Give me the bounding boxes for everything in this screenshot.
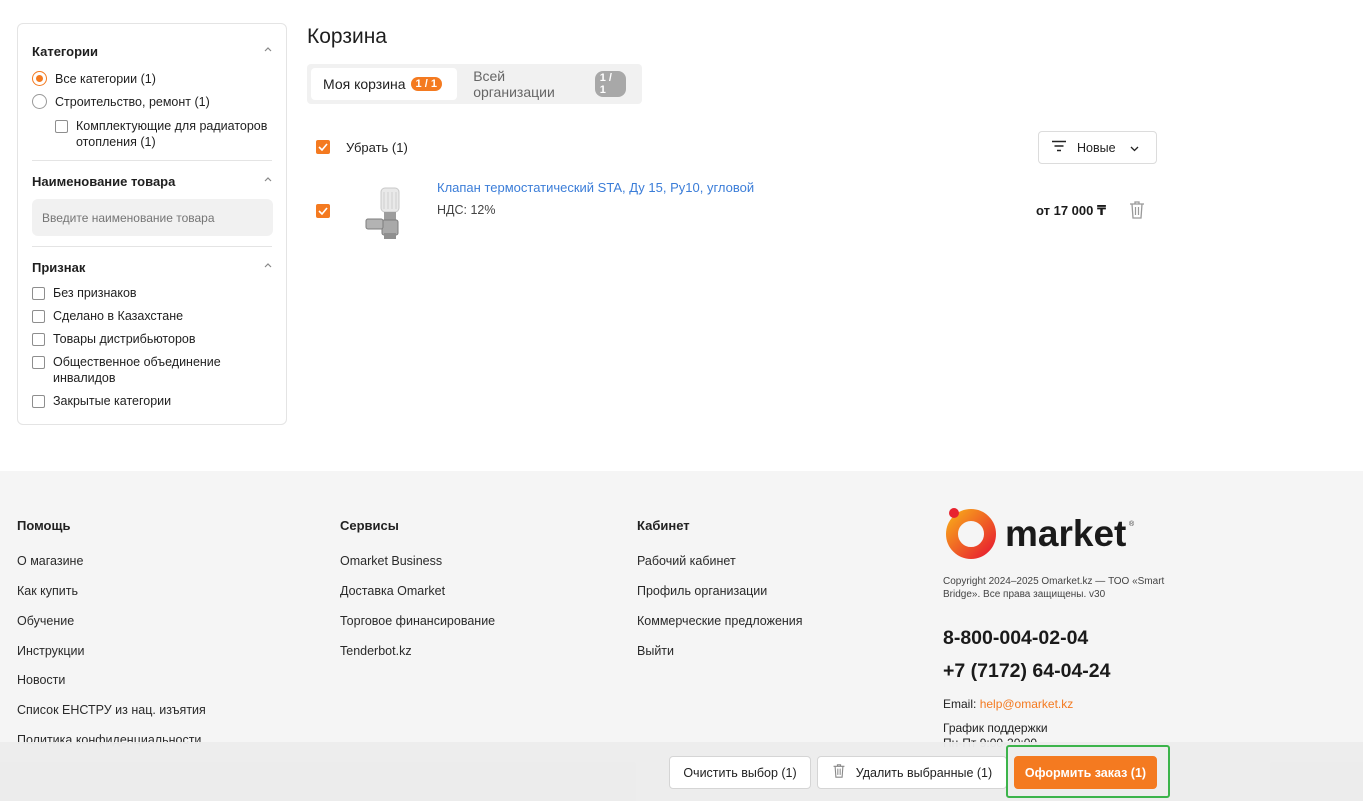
attribute-label: Сделано в Казахстане <box>53 309 184 323</box>
footer-link[interactable]: Выйти <box>637 644 803 674</box>
tab-label: Моя корзина <box>323 76 406 92</box>
footer-link[interactable]: Omarket Business <box>340 554 495 584</box>
attribute-label: Товары дистрибьюторов <box>53 332 196 346</box>
email-line: Email: help@omarket.kz <box>943 697 1073 711</box>
category-all[interactable]: Все категории (1) <box>32 67 272 90</box>
footer-link[interactable]: Список ЕНСТРУ из нац. изъятия <box>17 703 206 733</box>
footer-link[interactable]: Как купить <box>17 584 206 614</box>
checkbox[interactable] <box>32 333 45 346</box>
footer-column-title: Помощь <box>17 518 71 533</box>
trash-icon[interactable] <box>1128 200 1146 223</box>
chevron-up-icon[interactable] <box>264 263 272 271</box>
sort-dropdown[interactable]: Новые <box>1038 131 1157 164</box>
filters-panel: Категории Все категории (1) Строительств… <box>17 23 287 425</box>
checkout-highlight-frame <box>1006 745 1170 798</box>
tab-label: Всей организации <box>473 68 555 100</box>
product-name-input[interactable] <box>32 199 273 236</box>
footer-link[interactable]: Инструкции <box>17 644 206 673</box>
sort-label: Новые <box>1077 140 1116 155</box>
footer-column-help: Помощь О магазине Как купить Обучение Ин… <box>17 518 206 763</box>
attribute-label: Закрытые категории <box>53 394 172 408</box>
email-label: Email: <box>943 697 977 711</box>
footer-link[interactable]: Новости <box>17 673 206 703</box>
footer-link[interactable]: Рабочий кабинет <box>637 554 803 584</box>
category-label: Все категории (1) <box>55 71 156 86</box>
product-image[interactable] <box>360 182 410 240</box>
attribute-option[interactable]: Товары дистрибьюторов <box>32 331 237 347</box>
copyright-text: Copyright 2024–2025 Omarket.kz — ТОО «Sm… <box>943 576 1165 600</box>
product-price: от 17 000 ₸ <box>1036 203 1107 218</box>
svg-text:®: ® <box>1129 520 1135 528</box>
filter-title-attribute: Признак <box>32 259 86 275</box>
footer-link[interactable]: Коммерческие предложения <box>637 614 803 644</box>
attribute-option[interactable]: Сделано в Казахстане <box>32 308 237 324</box>
attribute-option[interactable]: Без признаков <box>32 285 237 301</box>
chevron-down-icon <box>1130 141 1139 155</box>
category-construction[interactable]: Строительство, ремонт (1) <box>32 90 272 113</box>
footer-column-services: Сервисы Omarket Business Доставка Omarke… <box>340 518 495 674</box>
clear-selection-button[interactable]: Очистить выбор (1) <box>669 756 811 789</box>
tab-my-cart[interactable]: Моя корзина 1 / 1 <box>311 68 458 100</box>
logo-wordmark: market <box>1005 513 1126 554</box>
chevron-up-icon[interactable] <box>264 47 272 55</box>
filter-header-attribute[interactable]: Признак <box>32 257 272 277</box>
cart-item: Клапан термостатический STA, Ду 15, Ру10… <box>316 180 1158 242</box>
footer-link[interactable]: Торговое финансирование <box>340 614 495 644</box>
attribute-option[interactable]: Общественное объединение инвалидов <box>32 354 237 386</box>
filter-header-product-name[interactable]: Наименование товара <box>32 171 272 191</box>
phone-number[interactable]: 8-800-004-02-04 <box>943 627 1088 650</box>
radio-selected[interactable] <box>32 71 47 86</box>
tab-organization-cart[interactable]: Всей организации 1 / 1 <box>461 68 638 100</box>
product-title-link[interactable]: Клапан термостатический STA, Ду 15, Ру10… <box>437 180 754 195</box>
select-all-row: Убрать (1) <box>316 138 408 156</box>
footer-column-title: Сервисы <box>340 518 399 533</box>
checkbox[interactable] <box>32 310 45 323</box>
footer-column-cabinet: Кабинет Рабочий кабинет Профиль организа… <box>637 518 803 674</box>
filter-title-categories: Категории <box>32 43 99 59</box>
category-label: Строительство, ремонт (1) <box>55 94 210 109</box>
filter-title-product-name: Наименование товара <box>32 173 176 189</box>
delete-selected-button[interactable]: Удалить выбранные (1) <box>817 756 1007 789</box>
footer-link[interactable]: Tenderbot.kz <box>340 644 495 674</box>
footer-column-title: Кабинет <box>637 518 690 533</box>
product-vat: НДС: 12% <box>437 203 496 217</box>
button-label: Удалить выбранные (1) <box>855 765 993 780</box>
footer-link[interactable]: О магазине <box>17 554 206 584</box>
attribute-label: Общественное объединение инвалидов <box>53 355 221 385</box>
footer-link[interactable]: Обучение <box>17 614 206 644</box>
remove-selected-label[interactable]: Убрать (1) <box>346 140 408 155</box>
omarket-logo[interactable]: market ® <box>943 504 1143 560</box>
select-all-checkbox[interactable] <box>316 140 330 154</box>
attribute-label: Без признаков <box>53 286 137 300</box>
filter-section-product-name: Наименование товара <box>32 161 273 247</box>
radio[interactable] <box>32 94 47 109</box>
tab-count-badge: 1 / 1 <box>410 77 442 91</box>
sort-icon <box>1051 140 1067 155</box>
subcategory-label: Комплектующие для радиаторов отопления (… <box>76 119 268 149</box>
cart-tabs: Моя корзина 1 / 1 Всей организации 1 / 1 <box>307 64 642 104</box>
filter-section-attribute: Признак Без признаков Сделано в Казахста… <box>32 247 272 419</box>
footer-link[interactable]: Профиль организации <box>637 584 803 614</box>
attribute-option[interactable]: Закрытые категории <box>32 393 237 409</box>
chevron-up-icon[interactable] <box>264 177 272 185</box>
subcategory-radiator-parts[interactable]: Комплектующие для радиаторов отопления (… <box>32 118 272 150</box>
checkbox[interactable] <box>32 287 45 300</box>
email-link[interactable]: help@omarket.kz <box>980 697 1074 711</box>
filter-header-categories[interactable]: Категории <box>32 41 272 61</box>
phone-number[interactable]: +7 (7172) 64-04-24 <box>943 660 1111 683</box>
footer-link[interactable]: Доставка Omarket <box>340 584 495 614</box>
checkbox[interactable] <box>32 395 45 408</box>
checkbox[interactable] <box>32 356 45 369</box>
button-label: Очистить выбор (1) <box>683 765 797 780</box>
trash-icon <box>832 763 846 782</box>
tab-count-badge: 1 / 1 <box>594 71 626 97</box>
filter-section-categories: Категории Все категории (1) Строительств… <box>32 24 272 161</box>
page-title: Корзина <box>307 25 387 48</box>
item-checkbox[interactable] <box>316 204 330 218</box>
checkbox[interactable] <box>55 120 68 133</box>
support-title: График поддержки <box>943 721 1048 735</box>
